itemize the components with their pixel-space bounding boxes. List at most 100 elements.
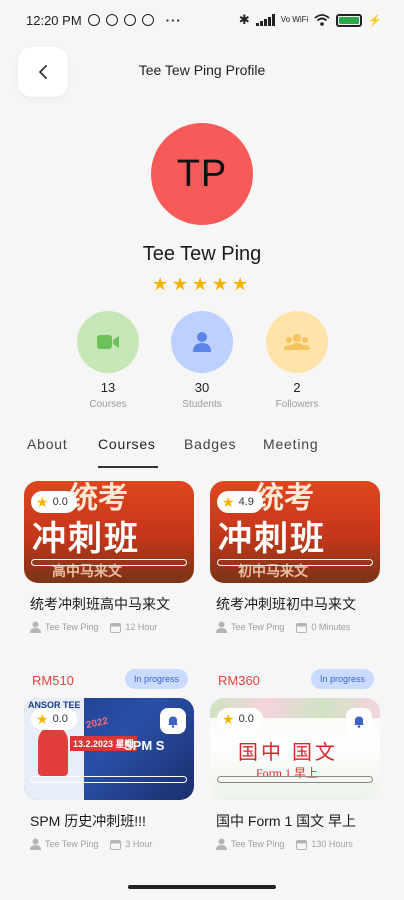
star-icon: ★ [222,494,235,510]
signal-icon [255,14,275,26]
star-icon: ★ [232,274,249,294]
course-title: SPM 历史冲刺班!!! [30,813,146,829]
profile-tabs: About Courses Badges Meeting [0,432,404,468]
tab-badges[interactable]: Badges [184,436,236,452]
notification-icon [123,14,136,26]
rating-badge: ★ 0.0 [31,708,77,730]
course-duration: 130 Hours [311,839,353,849]
course-title: 统考冲刺班高中马来文 [30,596,170,612]
active-tab-indicator [98,466,158,468]
course-duration: 0 Minutes [311,622,351,632]
course-thumbnail[interactable]: 统考 冲刺班 高中马来文 ★ 0.0 [24,481,194,583]
group-icon [284,334,310,350]
teacher-info: Tee Tew Ping [30,621,98,633]
star-icon: ★ [212,274,229,294]
progress-bar [217,776,373,783]
stat-count: 13 [100,380,116,395]
bell-icon [354,716,364,728]
notify-button[interactable] [346,708,372,734]
teacher-name: Tee Tew Ping [45,622,99,632]
rating-stars: ★ ★ ★ ★ ★ [152,275,250,293]
course-duration: 12 Hour [125,622,158,632]
teacher-name: Tee Tew Ping [45,839,99,849]
stat-count: 2 [293,380,301,395]
progress-bar [217,559,373,566]
video-icon [97,335,119,349]
stat-students[interactable]: 30 Students [162,311,242,410]
home-indicator[interactable] [128,885,276,889]
notify-button[interactable] [160,708,186,734]
stat-followers-circle [266,311,328,373]
star-icon: ★ [222,711,235,727]
profile-name: Tee Tew Ping [142,243,262,265]
stats-row: 13 Courses 30 Students 2 Followers [0,311,404,416]
rating-value: 0.0 [238,713,254,725]
bluetooth-icon: ✱ [238,12,250,27]
course-meta: Tee Tew Ping 12 Hour [30,621,169,633]
messenger-icon [141,14,154,26]
teacher-info: Tee Tew Ping [216,621,284,633]
avatar: TP [151,123,253,225]
stat-count: 30 [194,380,210,395]
course-thumbnail[interactable]: 国中 国文 Form 1 早上 ★ 0.0 [210,698,380,800]
rating-value: 4.9 [238,496,254,508]
stat-courses[interactable]: 13 Courses [68,311,148,410]
thumbnail-text: 2022 [85,715,110,732]
status-badge: In progress [124,669,188,689]
teacher-info: Tee Tew Ping [30,838,98,850]
tab-about[interactable]: About [27,436,68,452]
course-card[interactable]: RM510 In progress ANSOR TEE 2022 13.2.20… [24,668,194,858]
battery-icon [336,13,363,27]
person-icon [216,621,227,633]
bell-icon [168,716,178,728]
teacher-name: Tee Tew Ping [231,622,285,632]
rating-value: 0.0 [52,496,68,508]
duration-info: 3 Hour [110,839,152,850]
rating-badge: ★ 0.0 [31,491,77,513]
tab-meeting[interactable]: Meeting [263,436,318,452]
rating-value: 0.0 [52,713,68,725]
star-icon: ★ [172,274,189,294]
rating-badge: ★ 4.9 [217,491,263,513]
alarm-icon [87,14,100,26]
course-price: RM510 [32,673,74,688]
course-card[interactable]: 统考 冲刺班 高中马来文 ★ 0.0 统考冲刺班高中马来文 Tee Tew Pi… [24,481,194,641]
course-meta: Tee Tew Ping 0 Minutes [216,621,362,633]
charging-icon: ⚡ [368,14,382,27]
person-icon [193,332,211,352]
person-icon [216,838,227,850]
star-icon: ★ [36,494,49,510]
course-card[interactable]: 统考 冲刺班 初中马来文 ★ 4.9 统考冲刺班初中马来文 Tee Tew Pi… [210,481,380,641]
rating-badge: ★ 0.0 [217,708,263,730]
calendar-icon [296,622,308,633]
stat-followers[interactable]: 2 Followers [257,311,337,410]
course-title: 统考冲刺班初中马来文 [216,596,356,612]
stat-label: Followers [275,399,319,410]
stat-label: Students [182,399,222,410]
thumbnail-text: 国中 国文 [238,742,338,764]
thumbnail-text: 冲刺班 [218,520,326,558]
wifi-icon [314,14,330,26]
duration-info: 0 Minutes [296,622,350,633]
course-thumbnail[interactable]: ANSOR TEE 2022 13.2.2023 星期 SPM S ★ 0.0 [24,698,194,800]
duration-info: 12 Hour [110,622,157,633]
stat-label: Courses [89,399,127,410]
course-price: RM360 [218,673,260,688]
status-badge: In progress [310,669,374,689]
calendar-icon [110,622,122,633]
thumbnail-photo [38,726,68,776]
avatar-initials: TP [176,152,228,195]
tab-courses[interactable]: Courses [98,436,156,452]
course-thumbnail[interactable]: 统考 冲刺班 初中马来文 ★ 4.9 [210,481,380,583]
calendar-icon [296,839,308,850]
course-card[interactable]: RM360 In progress 国中 国文 Form 1 早上 ★ 0.0 … [210,668,380,858]
status-time: 12:20 PM [26,12,82,28]
duration-info: 130 Hours [296,839,353,850]
star-icon: ★ [36,711,49,727]
vowifi-label: Vo WiFi [280,15,309,24]
person-icon [30,621,41,633]
stat-students-circle [171,311,233,373]
star-icon: ★ [152,274,169,294]
thumbnail-text: SPM S [124,738,165,753]
thumbnail-text: 冲刺班 [32,520,140,558]
